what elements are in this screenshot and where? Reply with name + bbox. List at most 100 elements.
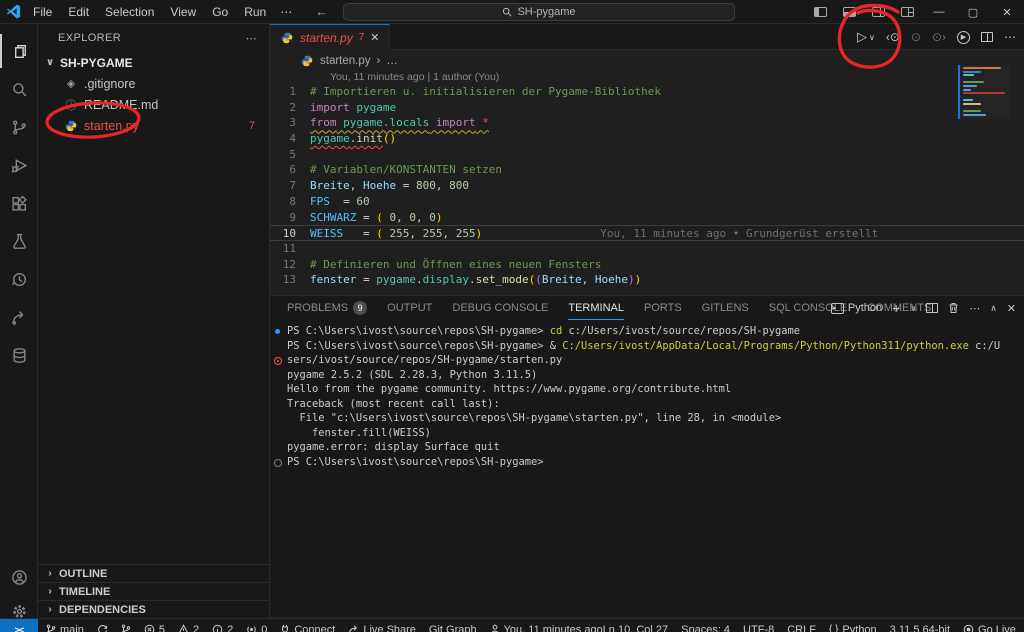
close-panel-icon[interactable]: ✕ <box>1007 302 1016 315</box>
code-line-13[interactable]: 13fenster = pygame.display.set_mode((Bre… <box>270 272 1024 288</box>
explorer-actions-button[interactable]: ⋯ <box>246 32 257 45</box>
code-line-9[interactable]: 9SCHWARZ = ( 0, 0, 0) <box>270 210 1024 226</box>
terminal-dropdown-icon[interactable]: ∨ <box>910 304 916 313</box>
code-line-10[interactable]: 10WEISS = ( 255, 255, 255)You, 11 minute… <box>270 225 1024 241</box>
breadcrumb-file[interactable]: starten.py <box>320 55 371 67</box>
maximize-button[interactable]: ▢ <box>956 0 990 24</box>
status-you-11-minutes-ago[interactable]: You, 11 minutes ago <box>490 624 603 632</box>
command-center-search[interactable]: SH-pygame <box>343 3 735 21</box>
breadcrumb[interactable]: starten.py › … <box>300 52 398 70</box>
sql-database-icon[interactable] <box>0 338 38 372</box>
breadcrumb-tail[interactable]: … <box>386 55 398 67</box>
status-utf-8[interactable]: UTF-8 <box>743 624 774 632</box>
status-connect[interactable]: Connect <box>280 624 335 632</box>
terminal-output[interactable]: PS C:\Users\ivost\source\repos\SH-pygame… <box>270 324 1018 617</box>
code-line-12[interactable]: 12# Definieren und Öffnen eines neuen Fe… <box>270 257 1024 273</box>
panel-tab-gitlens[interactable]: GITLENS <box>702 296 749 320</box>
tab-close-icon[interactable]: ✕ <box>370 31 379 44</box>
section-dependencies[interactable]: ›DEPENDENCIES <box>38 600 269 618</box>
new-terminal-button[interactable]: + <box>892 300 900 316</box>
terminal-shell-selector[interactable]: ▸ Python <box>831 302 882 314</box>
gitlens-prev-change-icon[interactable]: ‹⊙ <box>886 30 900 44</box>
remote-indicator[interactable]: >< <box>0 619 38 632</box>
status-sync[interactable] <box>97 624 108 632</box>
menu-more-button[interactable]: ⋯ <box>273 3 299 21</box>
code-line-1[interactable]: 1# Importieren u. initialisieren der Pyg… <box>270 84 1024 100</box>
status-live-share[interactable]: Live Share <box>348 624 416 632</box>
menu-view[interactable]: View <box>163 3 203 21</box>
gitlens-codelens[interactable]: You, 11 minutes ago | 1 author (You) <box>330 71 499 83</box>
run-python-file-button[interactable]: ▷∨ <box>857 29 875 45</box>
toggle-panel-icon[interactable] <box>843 7 856 17</box>
file-starten-py[interactable]: starten.py7 <box>38 115 269 136</box>
terminal-run-decoration-icon[interactable] <box>273 326 282 335</box>
menu-selection[interactable]: Selection <box>98 3 161 21</box>
toggle-secondary-sidebar-icon[interactable] <box>872 7 885 17</box>
editor-more-actions-icon[interactable]: ⋯ <box>1004 30 1016 44</box>
section-outline[interactable]: ›OUTLINE <box>38 564 269 582</box>
kill-terminal-icon[interactable] <box>948 302 959 314</box>
panel-tab-problems[interactable]: PROBLEMS9 <box>287 296 367 320</box>
extensions-icon[interactable] <box>0 186 38 220</box>
history-icon[interactable] <box>0 262 38 296</box>
run-or-debug-icon[interactable]: ▶ <box>957 31 970 44</box>
maximize-panel-icon[interactable]: ∧ <box>990 303 997 314</box>
status-2[interactable]: 2 <box>212 624 233 632</box>
panel-tab-output[interactable]: OUTPUT <box>387 296 432 320</box>
code-line-4[interactable]: 4pygame.init() <box>270 131 1024 147</box>
code-line-8[interactable]: 8FPS = 60 <box>270 194 1024 210</box>
status-3-11-5-64-bit[interactable]: 3.11.5 64-bit <box>890 624 950 632</box>
explorer-title: EXPLORER <box>58 32 121 44</box>
status-go-live[interactable]: Go Live <box>963 624 1016 632</box>
status-main[interactable]: main <box>46 624 84 632</box>
panel-tab-debug-console[interactable]: DEBUG CONSOLE <box>452 296 548 320</box>
search-icon[interactable] <box>0 72 38 106</box>
status-python[interactable]: { }Python <box>829 624 877 632</box>
code-line-11[interactable]: 11 <box>270 241 1024 257</box>
code-line-6[interactable]: 6# Variablen/KONSTANTEN setzen <box>270 162 1024 178</box>
section-timeline[interactable]: ›TIMELINE <box>38 582 269 600</box>
status-branch[interactable] <box>121 624 131 632</box>
nav-back-icon[interactable]: ← <box>315 4 328 19</box>
panel-tab-terminal[interactable]: TERMINAL <box>568 296 624 320</box>
gitlens-change-icon[interactable]: ⊙ <box>911 30 921 44</box>
file-readme-md[interactable]: ⓘREADME.md <box>38 94 269 115</box>
status-crlf[interactable]: CRLF <box>787 624 816 632</box>
file--gitignore[interactable]: ◈.gitignore <box>38 73 269 94</box>
terminal-pending-decoration-icon[interactable] <box>273 457 282 466</box>
status-spaces-4[interactable]: Spaces: 4 <box>681 624 730 632</box>
run-and-debug-icon[interactable] <box>0 148 38 182</box>
status-0[interactable]: 0 <box>246 624 267 632</box>
terminal-error-decoration-icon[interactable] <box>273 355 282 364</box>
source-control-icon[interactable] <box>0 110 38 144</box>
panel-tab-ports[interactable]: PORTS <box>644 296 682 320</box>
code-line-3[interactable]: 3from pygame.locals import * <box>270 115 1024 131</box>
panel-more-actions-icon[interactable]: ⋯ <box>969 302 980 315</box>
status-ln-10-col-27[interactable]: Ln 10, Col 27 <box>603 624 668 632</box>
minimap[interactable] <box>958 65 1010 119</box>
code-line-2[interactable]: 2import pygame <box>270 100 1024 116</box>
tab-starten-py[interactable]: starten.py 7 ✕ <box>270 24 390 50</box>
split-terminal-icon[interactable] <box>926 303 938 313</box>
folder-sh-pygame[interactable]: ∨ SH-PYGAME <box>38 52 269 73</box>
status-5[interactable]: 5 <box>144 624 165 632</box>
explorer-icon[interactable] <box>0 34 38 68</box>
live-share-icon[interactable] <box>0 300 38 334</box>
code-line-7[interactable]: 7Breite, Hoehe = 800, 800 <box>270 178 1024 194</box>
status-git-graph[interactable]: Git Graph <box>429 624 477 632</box>
minimize-button[interactable]: — <box>922 0 956 24</box>
close-button[interactable]: ✕ <box>990 0 1024 24</box>
testing-icon[interactable] <box>0 224 38 258</box>
code-line-5[interactable]: 5 <box>270 147 1024 163</box>
gitlens-next-change-icon[interactable]: ⊙› <box>932 30 946 44</box>
code-editor[interactable]: 1# Importieren u. initialisieren der Pyg… <box>270 84 1024 288</box>
split-editor-icon[interactable] <box>981 32 993 42</box>
menu-run[interactable]: Run <box>237 3 273 21</box>
menu-file[interactable]: File <box>26 3 59 21</box>
customize-layout-icon[interactable] <box>901 7 914 17</box>
account-icon[interactable] <box>0 560 38 594</box>
status-2[interactable]: 2 <box>178 624 199 632</box>
menu-go[interactable]: Go <box>205 3 235 21</box>
toggle-sidebar-icon[interactable] <box>814 7 827 17</box>
menu-edit[interactable]: Edit <box>61 3 96 21</box>
